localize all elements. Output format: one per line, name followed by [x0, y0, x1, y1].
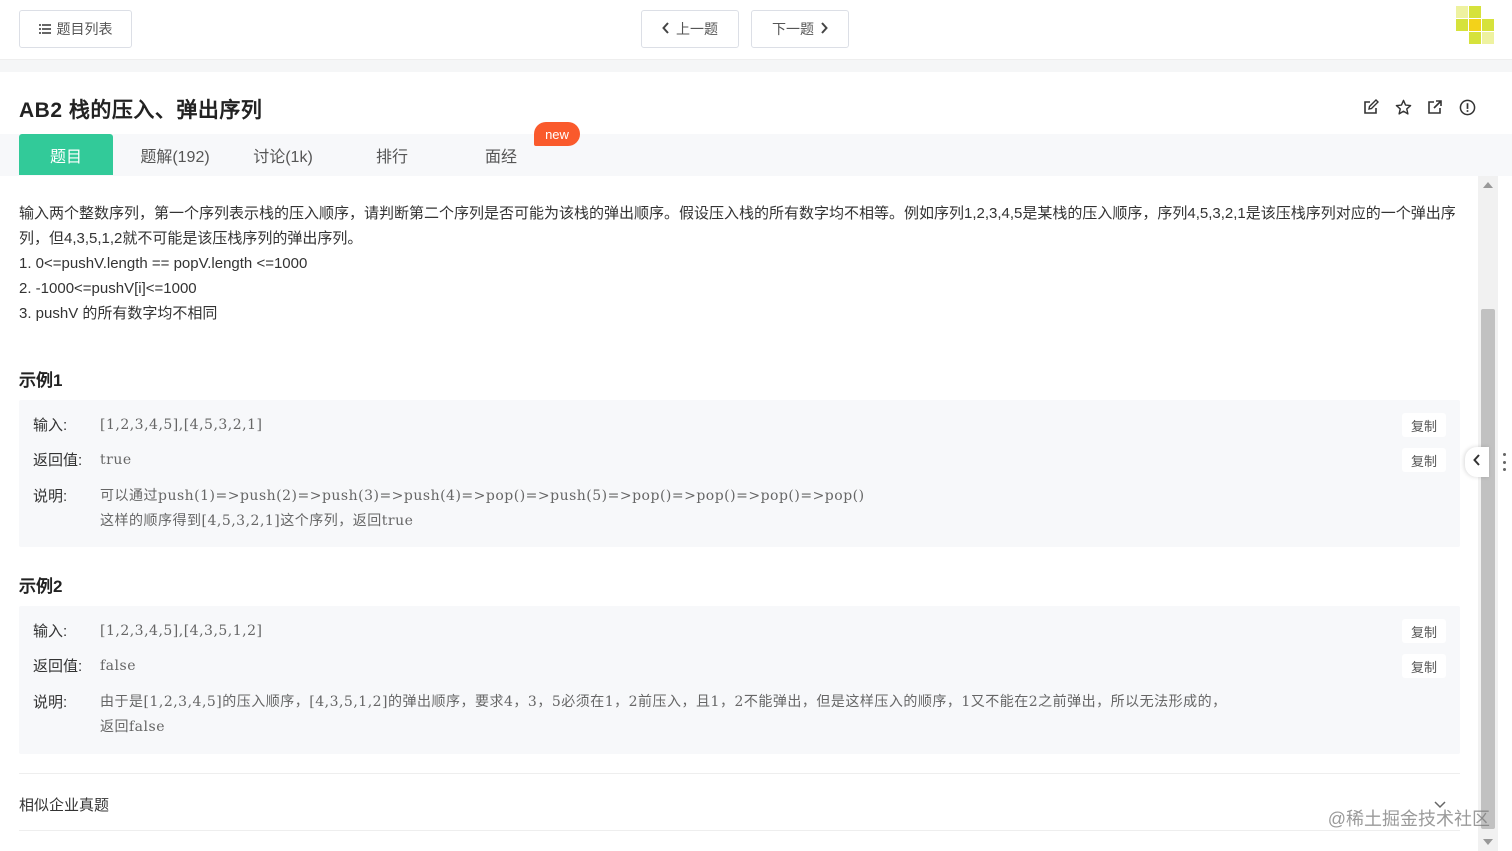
drag-handle-icon[interactable] [1502, 453, 1506, 471]
problem-description: 输入两个整数序列，第一个序列表示栈的压入顺序，请判断第二个序列是否可能为该栈的弹… [19, 201, 1464, 326]
share-icon[interactable] [1426, 98, 1444, 116]
problem-list-label: 题目列表 [56, 21, 113, 37]
topbar-gap [0, 60, 1512, 72]
example-1-box: 输入: [1,2,3,4,5],[4,5,3,2,1] 复制 返回值: true… [19, 400, 1460, 547]
constraint-3: 3. pushV 的所有数字均不相同 [19, 305, 218, 322]
tab-problem[interactable]: 题目 [19, 134, 113, 175]
tab-solutions[interactable]: 题解(192) [128, 134, 222, 175]
tab-discussion[interactable]: 讨论(1k) [236, 134, 330, 175]
problem-list-button[interactable]: 题目列表 [19, 10, 132, 48]
prev-problem-label: 上一题 [676, 21, 718, 37]
new-badge: new [534, 122, 580, 146]
prev-problem-button[interactable]: 上一题 [641, 10, 739, 48]
copy-input-button[interactable]: 复制 [1402, 619, 1446, 643]
user-avatar-logo[interactable] [1456, 6, 1494, 44]
related-questions-title: 相似企业真题 [19, 797, 110, 814]
title-row: AB2 栈的压入、弹出序列 [0, 72, 1512, 134]
problem-title: AB2 栈的压入、弹出序列 [19, 99, 263, 122]
chevron-right-icon [820, 21, 828, 37]
chevron-left-icon [1473, 453, 1481, 471]
example-2-title: 示例2 [19, 577, 63, 596]
next-problem-label: 下一题 [772, 21, 814, 37]
example-2-output: false [100, 658, 136, 674]
input-label: 输入: [33, 417, 68, 434]
explain-label: 说明: [33, 488, 68, 505]
example-1-output: true [100, 452, 132, 468]
title-actions [1362, 98, 1476, 116]
list-icon [38, 21, 51, 37]
output-label: 返回值: [33, 658, 83, 675]
example-2-explain-line-1: 由于是[1,2,3,4,5]的压入顺序，[4,3,5,1,2]的弹出顺序，要求4… [100, 694, 1227, 710]
explain-label: 说明: [33, 694, 68, 711]
example-1-output-row: 返回值: true [33, 448, 132, 473]
constraint-2: 2. -1000<=pushV[i]<=1000 [19, 280, 197, 297]
scroll-up-arrow-icon[interactable] [1483, 182, 1493, 188]
content-scrollbar[interactable] [1478, 176, 1498, 851]
scroll-down-arrow-icon[interactable] [1483, 839, 1493, 845]
example-1-title: 示例1 [19, 371, 63, 390]
constraint-1: 1. 0<=pushV.length == popV.length <=1000 [19, 255, 308, 272]
collapse-panel-button[interactable] [1465, 447, 1489, 477]
tab-ranking[interactable]: 排行 [345, 134, 439, 175]
input-label: 输入: [33, 623, 68, 640]
example-2-input-row: 输入: [1,2,3,4,5],[4,3,5,1,2] [33, 619, 262, 644]
example-1-explain-line-2: 这样的顺序得到[4,5,3,2,1]这个序列，返回true [100, 513, 414, 529]
scroll-thumb[interactable] [1481, 309, 1495, 829]
example-2-explain-line-2: 返回false [100, 719, 165, 735]
example-1-explain-row: 说明: 可以通过push(1)=>push(2)=>push(3)=>push(… [33, 484, 865, 534]
example-1-explain-line-1: 可以通过push(1)=>push(2)=>push(3)=>push(4)=>… [100, 488, 865, 504]
edit-icon[interactable] [1362, 98, 1380, 116]
tabs-bar [0, 134, 1512, 176]
watermark: @稀土掘金技术社区 [1327, 809, 1490, 829]
example-1-input: [1,2,3,4,5],[4,5,3,2,1] [100, 417, 263, 433]
copy-output-button[interactable]: 复制 [1402, 448, 1446, 472]
example-2-input: [1,2,3,4,5],[4,3,5,1,2] [100, 623, 263, 639]
star-icon[interactable] [1394, 98, 1412, 116]
copy-input-button[interactable]: 复制 [1402, 413, 1446, 437]
example-1-input-row: 输入: [1,2,3,4,5],[4,5,3,2,1] [33, 413, 262, 438]
chevron-left-icon [662, 21, 670, 37]
next-problem-button[interactable]: 下一题 [751, 10, 849, 48]
report-icon[interactable] [1458, 98, 1476, 116]
example-2-explain-row: 说明: 由于是[1,2,3,4,5]的压入顺序，[4,3,5,1,2]的弹出顺序… [33, 690, 1453, 740]
problem-content: 输入两个整数序列，第一个序列表示栈的压入顺序，请判断第二个序列是否可能为该栈的弹… [0, 176, 1478, 851]
example-2-output-row: 返回值: false [33, 654, 136, 679]
related-questions-section[interactable]: 相似企业真题 [19, 773, 1460, 831]
top-bar: 题目列表 上一题 下一题 [0, 0, 1512, 60]
output-label: 返回值: [33, 452, 83, 469]
example-2-box: 输入: [1,2,3,4,5],[4,3,5,1,2] 复制 返回值: fals… [19, 606, 1460, 754]
problem-panel: AB2 栈的压入、弹出序列 题目 题解(192) 讨论(1k) 排行 面经 ne… [0, 72, 1512, 851]
copy-output-button[interactable]: 复制 [1402, 654, 1446, 678]
description-text: 输入两个整数序列，第一个序列表示栈的压入顺序，请判断第二个序列是否可能为该栈的弹… [19, 205, 1456, 247]
